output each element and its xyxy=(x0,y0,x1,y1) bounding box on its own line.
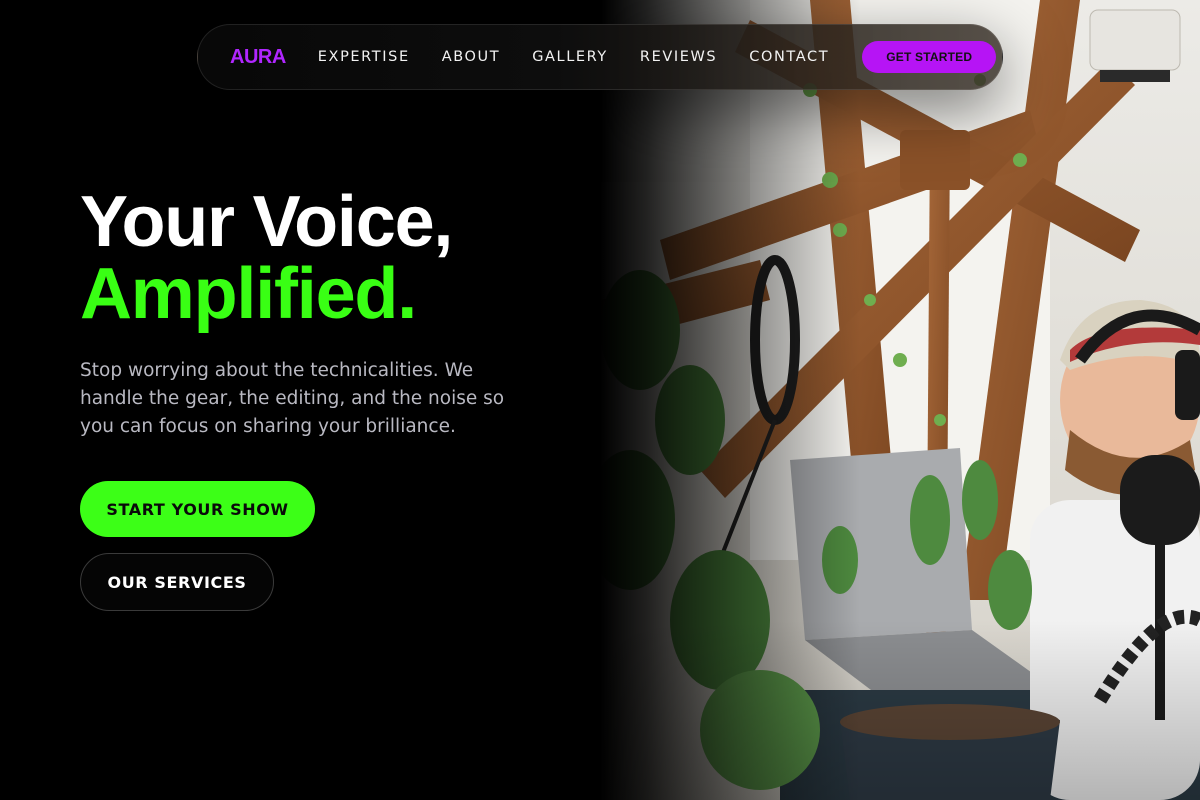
nav-link-about[interactable]: ABOUT xyxy=(442,49,501,65)
headline-line-1: Your Voice, xyxy=(80,182,453,262)
headline-line-2: Amplified. xyxy=(80,254,417,334)
hero-photo xyxy=(600,0,1200,800)
hero-subcopy: Stop worrying about the technicalities. … xyxy=(80,360,505,437)
nav-link-contact[interactable]: CONTACT xyxy=(749,49,829,65)
brand-logo[interactable]: AURA xyxy=(230,46,286,69)
nav-link-gallery[interactable]: GALLERY xyxy=(532,49,608,65)
start-your-show-button[interactable]: START YOUR SHOW xyxy=(80,481,315,537)
nav-links: EXPERTISE ABOUT GALLERY REVIEWS CONTACT xyxy=(318,49,861,65)
top-navbar: AURA EXPERTISE ABOUT GALLERY REVIEWS CON… xyxy=(197,24,1003,90)
our-services-button[interactable]: OUR SERVICES xyxy=(80,553,274,611)
get-started-button[interactable]: GET STARTED xyxy=(862,41,997,73)
nav-link-reviews[interactable]: REVIEWS xyxy=(640,49,717,65)
hero-headline: Your Voice, Amplified. xyxy=(80,186,600,330)
nav-link-expertise[interactable]: EXPERTISE xyxy=(318,49,410,65)
